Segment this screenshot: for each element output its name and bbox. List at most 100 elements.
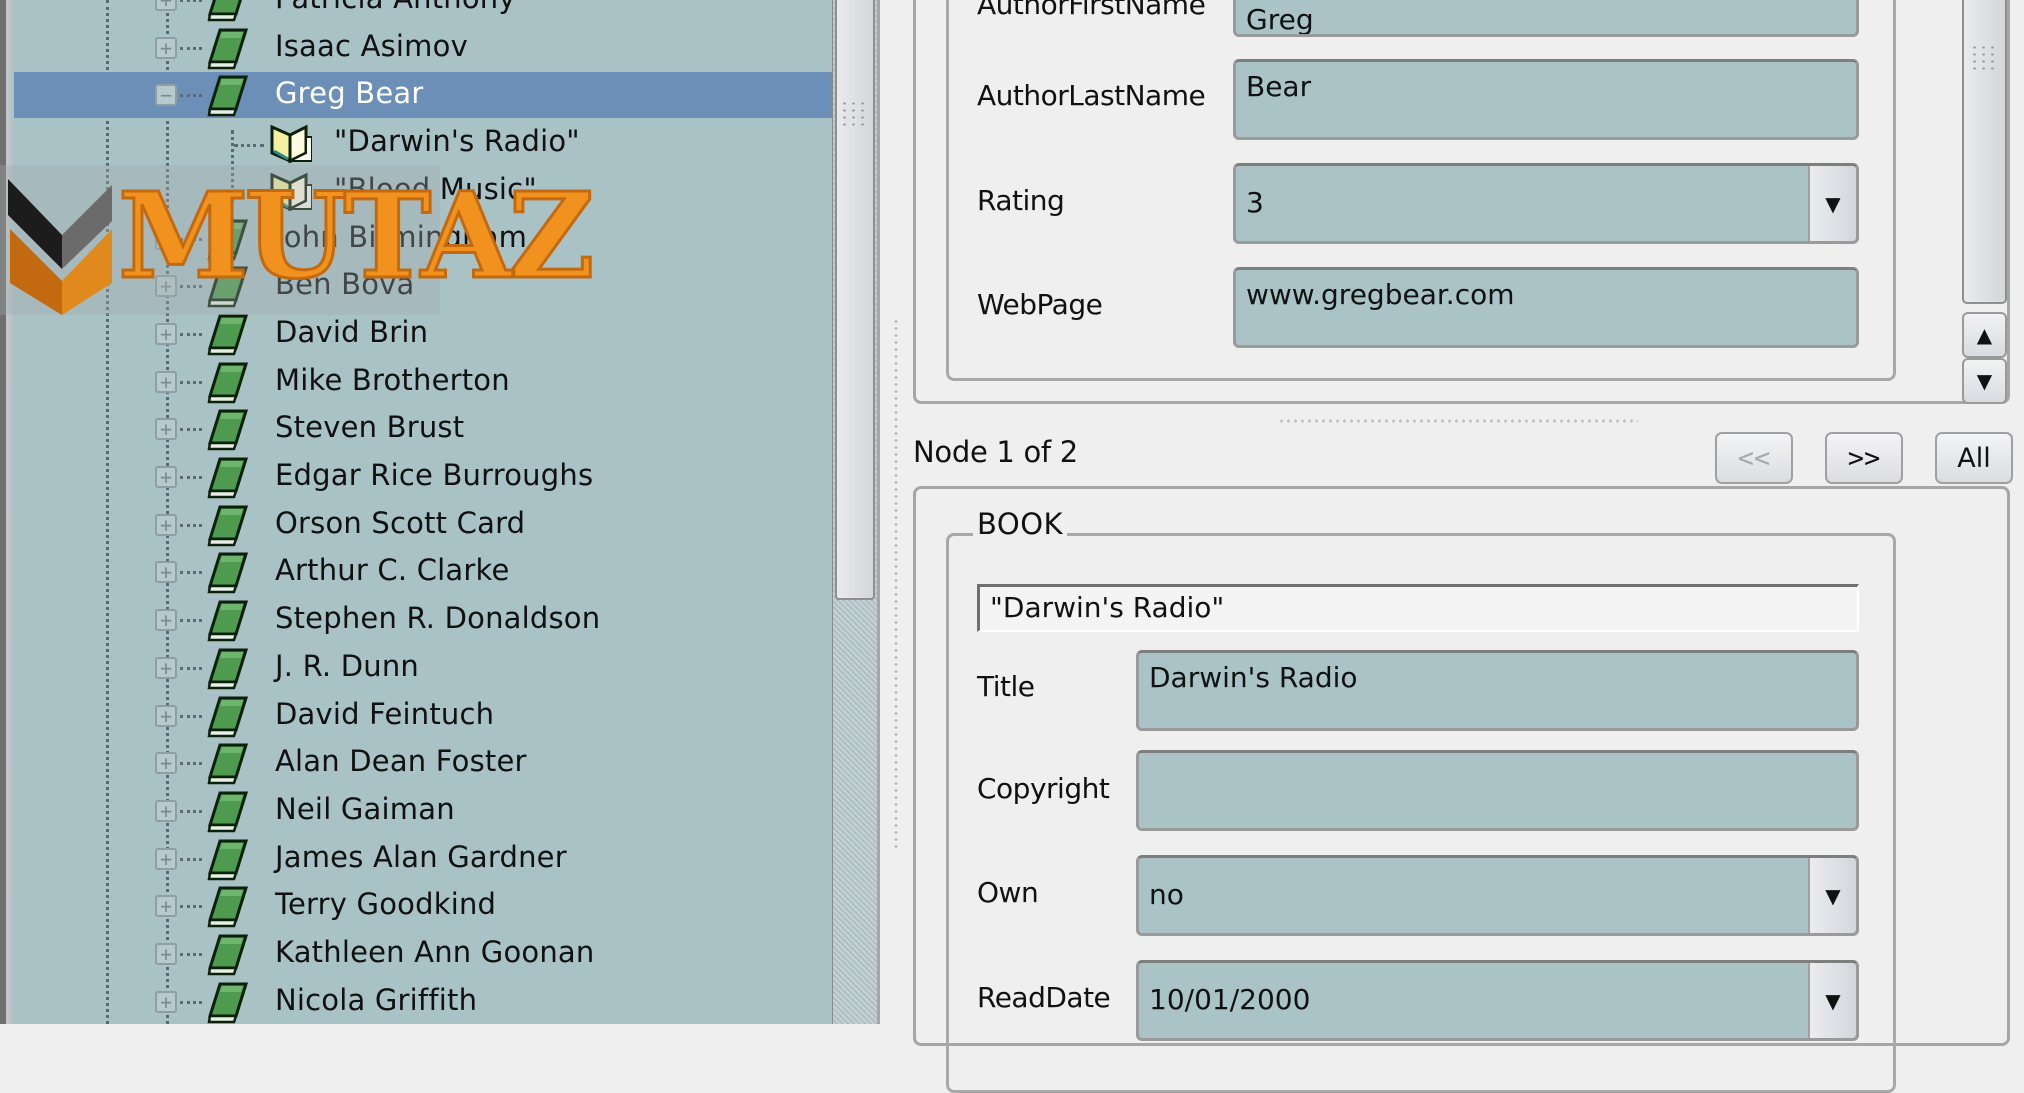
tree-item-author[interactable]: + Arthur C. Clarke xyxy=(14,549,832,595)
expand-icon[interactable]: + xyxy=(155,799,177,822)
tree-item-author[interactable]: + Stephen R. Donaldson xyxy=(14,597,832,643)
pane-splitter-handle[interactable] xyxy=(1278,417,1638,425)
expand-icon[interactable]: + xyxy=(155,418,177,441)
read-date-dropdown-arrow-icon[interactable]: ▼ xyxy=(1808,963,1856,1038)
tree-item-author[interactable]: + Alan Dean Foster xyxy=(14,740,832,786)
title-value: Darwin's Radio xyxy=(1149,661,1358,694)
tree-scrollbar[interactable] xyxy=(832,0,877,1024)
closed-book-icon xyxy=(206,312,250,356)
closed-book-icon xyxy=(206,550,250,594)
closed-book-icon xyxy=(206,837,250,881)
webpage-label: WebPage xyxy=(977,288,1103,321)
scroll-up-button[interactable]: ▲ xyxy=(1962,312,2007,358)
tree-item-author[interactable]: + James Alan Gardner xyxy=(14,836,832,882)
author-first-name-input[interactable]: Greg xyxy=(1233,0,1859,37)
expand-icon[interactable]: + xyxy=(155,322,177,345)
rating-combo[interactable]: 3 ▼ xyxy=(1233,163,1859,244)
tree-item-label: Stephen R. Donaldson xyxy=(275,601,601,636)
tree-item-label: Ben Bova xyxy=(275,267,415,302)
closed-book-icon xyxy=(206,503,250,547)
expand-icon[interactable]: + xyxy=(155,466,177,488)
tree-connector xyxy=(180,523,202,527)
collapse-icon[interactable]: − xyxy=(155,84,177,107)
expand-icon[interactable]: + xyxy=(155,227,177,250)
expand-icon[interactable]: + xyxy=(155,609,177,632)
tree-connector xyxy=(180,94,202,98)
tree-item-author[interactable]: + David Brin xyxy=(14,311,832,357)
main-splitter[interactable] xyxy=(877,0,913,1024)
tree-item-author[interactable]: + John Birmingham xyxy=(14,216,832,262)
tree-item-author[interactable]: + Nicola Griffith xyxy=(14,979,832,1024)
copyright-input[interactable] xyxy=(1136,750,1859,831)
author-last-name-input[interactable]: Bear xyxy=(1233,59,1859,140)
expand-icon[interactable]: + xyxy=(155,943,177,965)
tree-item-book[interactable]: "Blood Music" xyxy=(14,168,832,214)
expand-icon[interactable]: + xyxy=(155,704,177,727)
tree-scroll-thumb[interactable] xyxy=(835,0,875,600)
own-combo[interactable]: no ▼ xyxy=(1136,855,1859,936)
tree-item-author[interactable]: + Neil Gaiman xyxy=(14,788,832,834)
expand-icon[interactable]: + xyxy=(155,847,177,870)
tree-item-author[interactable]: + Orson Scott Card xyxy=(14,502,832,548)
tree-item-author[interactable]: + Isaac Asimov xyxy=(14,25,832,71)
tree-connector xyxy=(180,237,202,241)
rating-dropdown-arrow-icon[interactable]: ▼ xyxy=(1808,166,1856,241)
tree-connector xyxy=(180,428,202,432)
scroll-down-button[interactable]: ▼ xyxy=(1962,358,2007,404)
closed-book-icon xyxy=(206,360,250,404)
tree-item-author[interactable]: + Terry Goodkind xyxy=(14,883,832,929)
expand-icon[interactable]: + xyxy=(155,752,177,775)
expand-icon[interactable]: + xyxy=(155,561,177,584)
tree-item-label: Neil Gaiman xyxy=(275,791,455,826)
tree-item-author[interactable]: + Patricia Anthony xyxy=(14,0,832,23)
tree-item-author[interactable]: + J. R. Dunn xyxy=(14,645,832,691)
tree-connector xyxy=(180,714,202,718)
tree-item-author[interactable]: + David Feintuch xyxy=(14,693,832,739)
tree-item-author[interactable]: + Kathleen Ann Goonan xyxy=(14,931,832,977)
expand-icon[interactable]: + xyxy=(155,0,177,11)
expand-icon[interactable]: + xyxy=(155,513,177,536)
author-tree[interactable]: + Patricia Anthony + Isaac Asimov − Greg Bear… xyxy=(0,0,832,1024)
webpage-input[interactable]: www.gregbear.com xyxy=(1233,267,1859,348)
expand-icon[interactable]: + xyxy=(155,275,177,298)
tree-connector xyxy=(234,191,264,195)
closed-book-icon xyxy=(206,217,250,261)
expand-icon[interactable]: + xyxy=(155,990,177,1013)
closed-book-icon xyxy=(206,455,250,499)
tree-item-label: "Darwin's Radio" xyxy=(334,124,580,159)
closed-book-icon xyxy=(206,26,250,70)
tree-connector xyxy=(180,332,202,336)
expand-icon[interactable]: + xyxy=(155,656,177,679)
tree-item-label: Arthur C. Clarke xyxy=(275,553,510,588)
tree-item-author[interactable]: + Steven Brust xyxy=(14,406,832,452)
tree-item-author[interactable]: + Mike Brotherton xyxy=(14,359,832,405)
tree-item-label: Isaac Asimov xyxy=(275,28,468,63)
detail-area: AuthorFirstName Greg AuthorLastName Bear… xyxy=(913,0,2024,1093)
read-date-value: 10/01/2000 xyxy=(1149,983,1311,1016)
tree-item-label: Steven Brust xyxy=(275,410,465,445)
closed-book-icon xyxy=(206,407,250,451)
next-node-button[interactable]: >> xyxy=(1825,432,1903,484)
author-pane-scroll-thumb[interactable] xyxy=(1962,0,2007,304)
closed-book-icon xyxy=(206,789,250,833)
expand-icon[interactable]: + xyxy=(155,370,177,393)
previous-node-button[interactable]: << xyxy=(1715,432,1793,484)
author-pane-scrollbar[interactable]: ▲ ▼ xyxy=(1962,0,2007,404)
read-date-combo[interactable]: 10/01/2000 ▼ xyxy=(1136,960,1859,1041)
book-group-title: BOOK xyxy=(973,507,1068,541)
closed-book-icon xyxy=(206,264,250,308)
own-dropdown-arrow-icon[interactable]: ▼ xyxy=(1808,858,1856,933)
tree-connector xyxy=(180,953,202,956)
show-all-button[interactable]: All xyxy=(1935,432,2013,484)
expand-icon[interactable]: + xyxy=(155,36,177,59)
closed-book-icon xyxy=(206,741,250,785)
closed-book-icon xyxy=(206,598,250,642)
tree-item-book[interactable]: "Darwin's Radio" xyxy=(14,120,832,166)
tree-item-author[interactable]: + Edgar Rice Burroughs xyxy=(14,454,832,500)
tree-item-author[interactable]: − Greg Bear xyxy=(14,72,832,119)
webpage-value: www.gregbear.com xyxy=(1246,278,1515,311)
title-input[interactable]: Darwin's Radio xyxy=(1136,650,1859,731)
expand-icon[interactable]: + xyxy=(155,895,177,918)
tree-item-author[interactable]: + Ben Bova xyxy=(14,263,832,309)
closed-book-icon xyxy=(206,980,250,1024)
